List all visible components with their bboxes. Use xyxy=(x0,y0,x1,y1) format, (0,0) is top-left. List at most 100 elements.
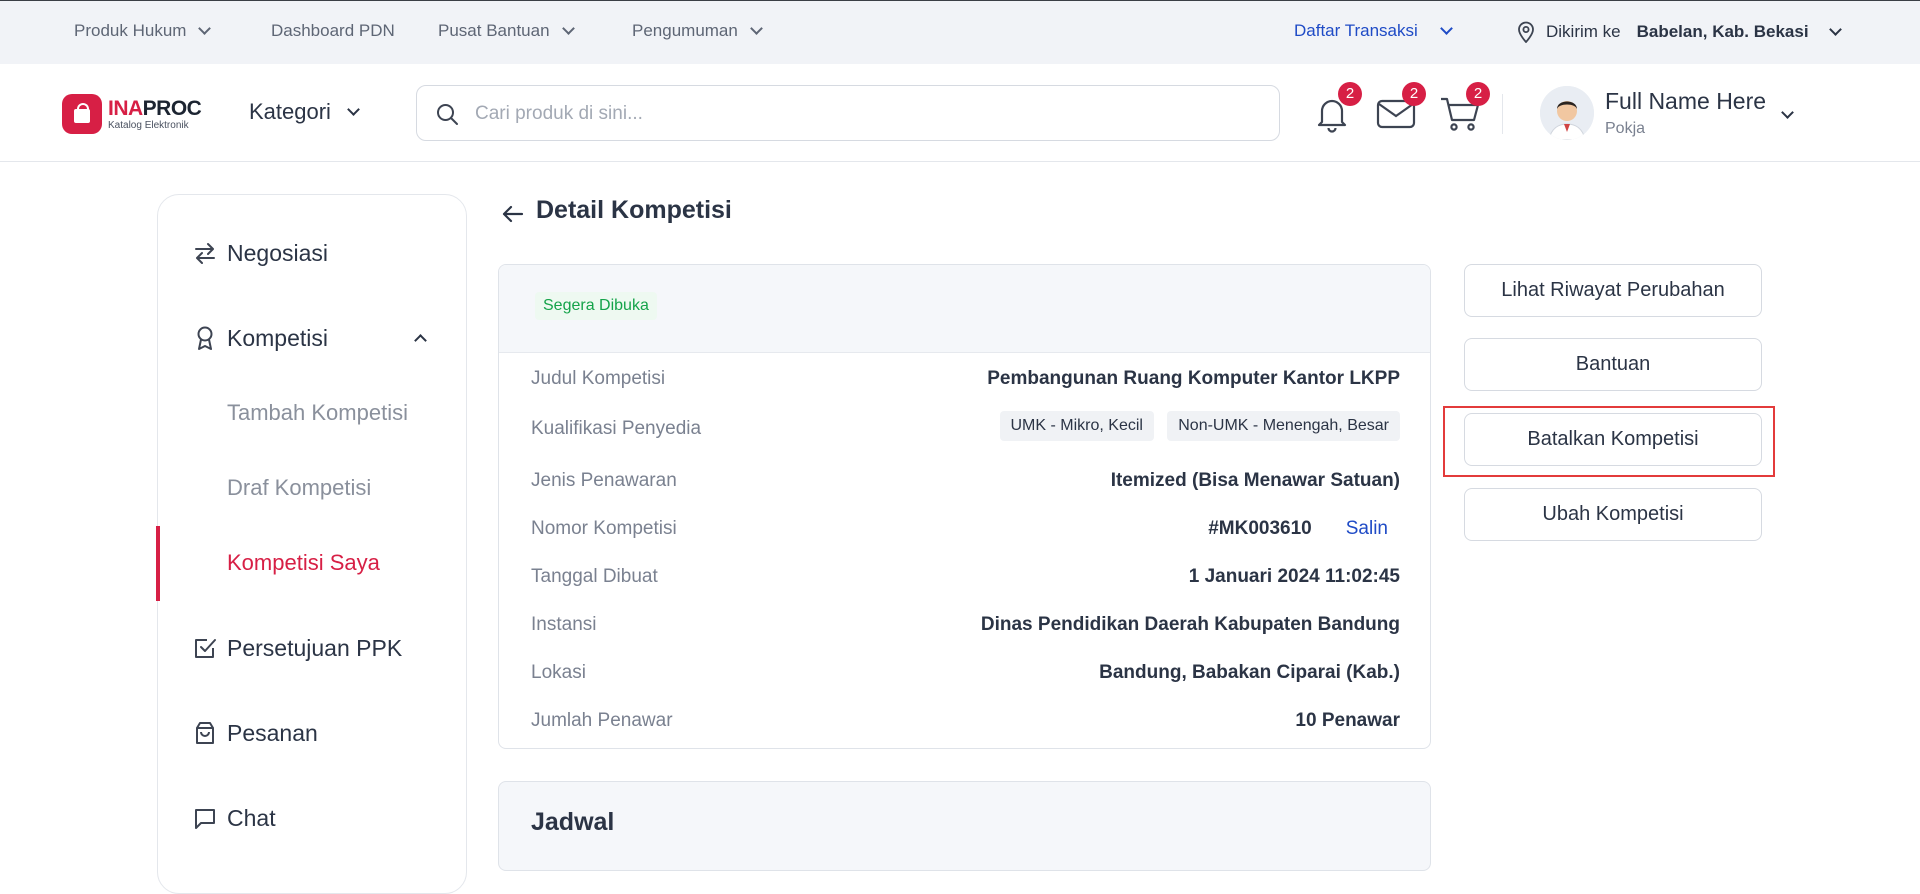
chevron-down-icon xyxy=(1828,23,1842,36)
notification-button[interactable]: 2 xyxy=(1310,82,1362,135)
detail-row-jenis: Jenis Penawaran Itemized (Bisa Menawar S… xyxy=(499,463,1430,499)
kategori-label: Kategori xyxy=(249,99,331,124)
sidebar-subitem-kompetisi-saya[interactable]: Kompetisi Saya xyxy=(158,533,466,593)
field-label: Instansi xyxy=(531,614,597,635)
sidebar-item-chat[interactable]: Chat xyxy=(158,788,466,848)
cancel-competition-button[interactable]: Batalkan Kompetisi xyxy=(1464,413,1762,466)
chevron-down-icon xyxy=(749,22,763,35)
delivery-value: Babelan, Kab. Bekasi xyxy=(1636,22,1809,41)
swap-arrows-icon xyxy=(195,243,215,264)
location-pin-icon xyxy=(1518,21,1534,43)
sidebar-subitem-draf-kompetisi[interactable]: Draf Kompetisi xyxy=(158,458,466,518)
detail-row-tanggal: Tanggal Dibuat 1 Januari 2024 11:02:45 xyxy=(499,559,1430,595)
sidebar-item-label: Negosiasi xyxy=(227,239,328,266)
shopping-bag-icon xyxy=(196,722,214,744)
header-divider xyxy=(1502,94,1503,134)
field-label: Jenis Penawaran xyxy=(531,470,677,491)
back-arrow-icon[interactable] xyxy=(500,201,526,227)
search-icon xyxy=(437,104,458,125)
messages-count-badge: 2 xyxy=(1402,82,1426,106)
menu-produk-hukum[interactable]: Produk Hukum xyxy=(74,21,212,41)
chevron-down-icon xyxy=(561,22,575,35)
sidebar-item-kompetisi[interactable]: Kompetisi xyxy=(158,308,466,368)
field-value: #MK003610 Salin xyxy=(1208,518,1400,540)
edit-competition-button[interactable]: Ubah Kompetisi xyxy=(1464,488,1762,541)
sidebar-item-pesanan[interactable]: Pesanan xyxy=(158,703,466,763)
chevron-down-icon xyxy=(1439,22,1453,35)
status-badge: Segera Dibuka xyxy=(535,292,657,320)
detail-row-nomor: Nomor Kompetisi #MK003610 Salin xyxy=(499,511,1430,547)
detail-row-judul: Judul Kompetisi Pembangunan Ruang Komput… xyxy=(499,361,1430,397)
detail-card: Segera Dibuka Judul Kompetisi Pembanguna… xyxy=(498,264,1431,749)
search-bar xyxy=(416,85,1280,141)
sidebar-item-label: Persetujuan PPK xyxy=(227,634,403,661)
copy-link[interactable]: Salin xyxy=(1346,518,1388,539)
user-name[interactable]: Full Name Here xyxy=(1605,88,1766,115)
inaproc-logo[interactable]: INAPROC Katalog Elektronik xyxy=(62,94,202,134)
messages-button[interactable]: 2 xyxy=(1374,82,1426,135)
cart-button[interactable]: 2 xyxy=(1438,82,1490,135)
search-input[interactable] xyxy=(475,98,1255,130)
field-value: Bandung, Babakan Ciparai (Kab.) xyxy=(1099,662,1400,683)
qualification-tag: UMK - Mikro, Kecil xyxy=(999,411,1154,441)
logo-text-proc: PROC xyxy=(142,96,202,120)
menu-daftar-transaksi[interactable]: Daftar Transaksi xyxy=(1294,21,1453,41)
view-history-button[interactable]: Lihat Riwayat Perubahan xyxy=(1464,264,1762,317)
field-label: Lokasi xyxy=(531,662,586,683)
menu-pengumuman-label: Pengumuman xyxy=(632,21,738,40)
detail-row-instansi: Instansi Dinas Pendidikan Daerah Kabupat… xyxy=(499,607,1430,643)
menu-dashboard-pdn[interactable]: Dashboard PDN xyxy=(271,21,395,41)
detail-row-jumlah: Jumlah Penawar 10 Penawar xyxy=(499,703,1430,739)
sidebar: Negosiasi Kompetisi Tambah Kompetisi Dra… xyxy=(156,194,467,894)
top-bar: Produk Hukum Dashboard PDN Pusat Bantuan… xyxy=(0,0,1920,64)
sidebar-item-negosiasi[interactable]: Negosiasi xyxy=(158,223,466,283)
menu-pusat-bantuan[interactable]: Pusat Bantuan xyxy=(438,21,575,41)
user-menu-toggle[interactable] xyxy=(1781,104,1794,122)
delivery-label: Dikirim ke xyxy=(1546,22,1621,41)
field-label: Judul Kompetisi xyxy=(531,368,666,389)
field-value: UMK - Mikro, Kecil Non-UMK - Menengah, B… xyxy=(992,411,1400,441)
user-avatar-image xyxy=(1540,86,1594,140)
field-label: Jumlah Penawar xyxy=(531,710,673,731)
sidebar-subitem-label: Draf Kompetisi xyxy=(227,475,372,500)
field-label: Nomor Kompetisi xyxy=(531,518,677,539)
detail-card-header: Segera Dibuka xyxy=(499,265,1430,353)
sidebar-item-persetujuan-ppk[interactable]: Persetujuan PPK xyxy=(158,618,466,678)
sidebar-item-label: Chat xyxy=(227,804,276,831)
logo-text-ina: INA xyxy=(108,96,143,120)
schedule-title: Jadwal xyxy=(531,808,615,836)
competition-number: #MK003610 xyxy=(1208,518,1312,539)
detail-row-lokasi: Lokasi Bandung, Babakan Ciparai (Kab.) xyxy=(499,655,1430,691)
chevron-down-icon xyxy=(347,103,360,116)
notification-count-badge: 2 xyxy=(1338,82,1362,106)
avatar[interactable] xyxy=(1540,86,1594,140)
sidebar-subitem-label: Kompetisi Saya xyxy=(227,550,380,575)
sidebar-subitem-tambah-kompetisi[interactable]: Tambah Kompetisi xyxy=(158,383,466,443)
logo-subtitle: Katalog Elektronik xyxy=(108,119,189,131)
sidebar-item-label: Kompetisi xyxy=(227,324,328,351)
menu-produk-hukum-label: Produk Hukum xyxy=(74,21,187,40)
page-title: Detail Kompetisi xyxy=(536,196,732,224)
menu-pengumuman[interactable]: Pengumuman xyxy=(632,21,763,41)
chevron-down-icon xyxy=(1781,106,1794,119)
kategori-dropdown[interactable]: Kategori xyxy=(249,99,360,125)
field-value: Dinas Pendidikan Daerah Kabupaten Bandun… xyxy=(980,614,1400,635)
sidebar-subitem-label: Tambah Kompetisi xyxy=(227,400,408,425)
cart-count-badge: 2 xyxy=(1466,82,1490,106)
shopping-bag-icon xyxy=(62,94,102,134)
detail-row-kualifikasi: Kualifikasi Penyedia UMK - Mikro, Kecil … xyxy=(499,411,1430,447)
menu-dashboard-pdn-label: Dashboard PDN xyxy=(271,21,395,40)
menu-pusat-bantuan-label: Pusat Bantuan xyxy=(438,21,550,40)
help-button[interactable]: Bantuan xyxy=(1464,338,1762,391)
field-label: Kualifikasi Penyedia xyxy=(531,418,702,439)
delivery-location[interactable]: Dikirim ke Babelan, Kab. Bekasi xyxy=(1516,21,1842,43)
award-ribbon-icon xyxy=(197,326,213,350)
checkbox-icon xyxy=(195,639,216,658)
chevron-up-icon xyxy=(414,334,427,347)
sidebar-item-label: Pesanan xyxy=(227,719,318,746)
menu-daftar-transaksi-label: Daftar Transaksi xyxy=(1294,21,1418,40)
schedule-card: Jadwal xyxy=(498,781,1431,871)
chat-bubble-icon xyxy=(195,809,215,829)
field-label: Tanggal Dibuat xyxy=(531,566,658,587)
user-role: Pokja xyxy=(1605,120,1646,137)
